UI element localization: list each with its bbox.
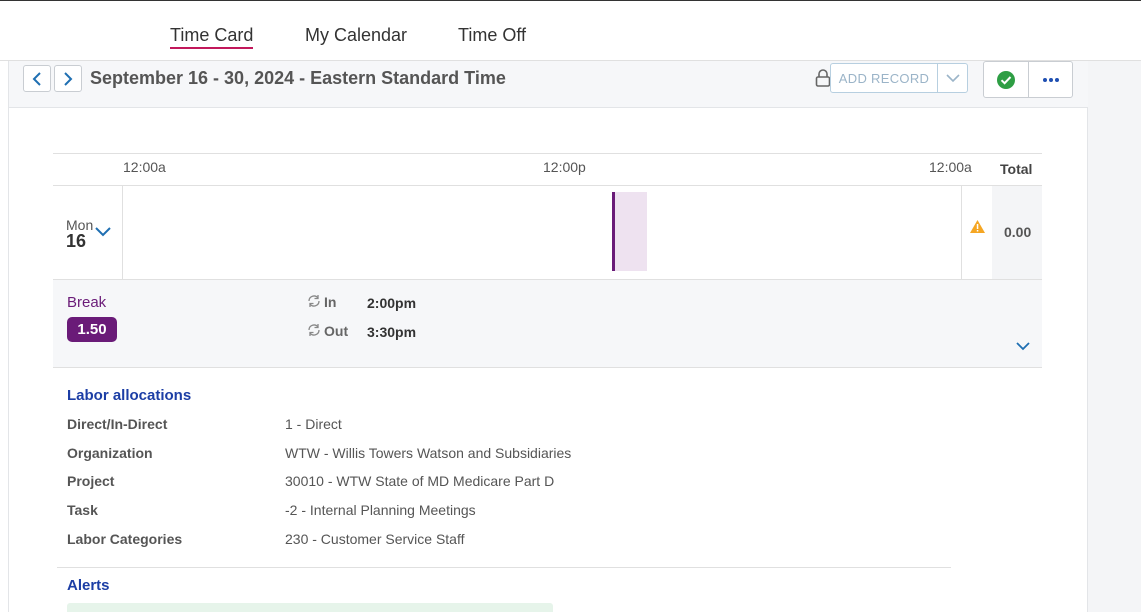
right-gutter [1087, 61, 1141, 612]
labor-key: Organization [67, 445, 153, 461]
add-record-button[interactable]: ADD RECORD [830, 63, 938, 93]
alert-item [67, 603, 553, 612]
timeline-label-start: 12:00a [123, 159, 166, 175]
labor-key: Task [67, 502, 98, 518]
tab-time-off[interactable]: Time Off [458, 25, 526, 46]
sync-icon [308, 324, 320, 336]
out-label: Out [324, 323, 349, 339]
more-icon [1042, 77, 1059, 82]
labor-allocations-title: Labor allocations [67, 387, 192, 404]
in-time: 2:00pm [367, 295, 417, 311]
alerts-title: Alerts [67, 577, 110, 594]
section-divider [57, 567, 951, 568]
sync-icon [308, 295, 320, 307]
add-record-dropdown-button[interactable] [937, 63, 968, 93]
tab-bar: Time Card My Calendar Time Off [0, 1, 1141, 61]
labor-value: 30010 - WTW State of MD Medicare Part D [285, 473, 555, 489]
chevron-left-icon [32, 71, 41, 86]
out-time: 3:30pm [367, 324, 417, 340]
day-divider [122, 186, 123, 280]
entry-detail [53, 280, 1042, 368]
more-options-button[interactable] [1028, 61, 1073, 98]
day-row [53, 186, 1042, 280]
labor-key: Labor Categories [67, 531, 183, 547]
period-title: September 16 - 30, 2024 - Eastern Standa… [90, 68, 506, 88]
warning-icon[interactable] [969, 219, 986, 234]
timeline-end-divider [961, 186, 962, 280]
entry-hours-badge: 1.50 [67, 317, 117, 342]
day-total: 0.00 [1004, 224, 1032, 240]
check-circle-icon [997, 70, 1015, 89]
labor-value: 1 - Direct [285, 416, 342, 432]
expand-day-chevron-icon[interactable] [93, 224, 113, 240]
day-number: 16 [66, 231, 87, 251]
next-period-button[interactable] [54, 65, 82, 92]
previous-period-button[interactable] [23, 65, 51, 92]
timeline-label-noon: 12:00p [543, 159, 586, 175]
total-header: Total [1000, 161, 1033, 177]
labor-value: WTW - Willis Towers Watson and Subsidiar… [285, 445, 572, 461]
chevron-down-icon [945, 74, 960, 83]
in-label: In [324, 294, 337, 310]
tab-time-card[interactable]: Time Card [170, 25, 254, 49]
labor-value: -2 - Internal Planning Meetings [285, 502, 476, 518]
approve-button[interactable] [983, 61, 1029, 98]
labor-key: Direct/In-Direct [67, 416, 168, 432]
chevron-right-icon [64, 71, 73, 86]
labor-key: Project [67, 473, 115, 489]
entry-type: Break [67, 294, 107, 311]
timeline-label-end: 12:00a [929, 159, 972, 175]
break-bar[interactable] [615, 192, 647, 271]
labor-value: 230 - Customer Service Staff [285, 531, 465, 547]
tab-my-calendar[interactable]: My Calendar [305, 25, 407, 46]
expand-entry-chevron-icon[interactable] [1014, 339, 1032, 353]
